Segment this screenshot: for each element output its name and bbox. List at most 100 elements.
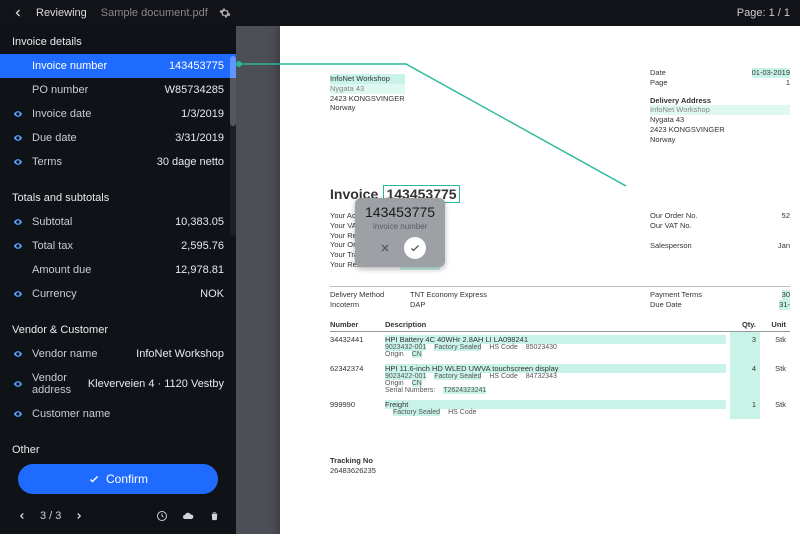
- field-terms[interactable]: Terms 30 dage netto: [0, 150, 236, 174]
- field-label: Due date: [32, 132, 167, 144]
- cell-origin-label: Origin: [385, 380, 404, 387]
- confirm-label: Confirm: [106, 472, 148, 486]
- field-value: 143453775: [169, 60, 224, 72]
- field-customer-name[interactable]: Customer name: [0, 402, 236, 426]
- field-label: Currency: [32, 288, 192, 300]
- cell-number: 999990: [330, 397, 385, 419]
- table-row: 34432441 HPI Battery 4C 40WHr 2.8AH LI L…: [330, 332, 790, 362]
- cloud-download-icon: [181, 510, 195, 522]
- cell-unit: Stk: [760, 332, 790, 362]
- field-amount-due[interactable]: Amount due 12,978.81: [0, 258, 236, 282]
- field-value: 12,978.81: [175, 264, 224, 276]
- doc-meta-label: Due Date: [650, 300, 682, 310]
- eye-icon: [12, 408, 24, 420]
- field-value: 1/3/2019: [181, 108, 224, 120]
- field-label: PO number: [32, 84, 157, 96]
- doc-vendor-line2: Nygata 43: [330, 84, 405, 94]
- cell-tag: Factory Sealed: [434, 344, 481, 351]
- eye-icon: [12, 288, 24, 300]
- field-value: Kleverveien 4 · 1120 Vestby: [88, 378, 224, 390]
- download-button[interactable]: [180, 508, 196, 524]
- cell-hs-label: HS Code: [489, 344, 517, 351]
- trash-icon: [209, 510, 220, 522]
- eye-icon: [12, 348, 24, 360]
- field-label: Invoice number: [32, 60, 161, 72]
- cell-hs-val: 84732343: [526, 373, 557, 380]
- field-label: Vendor name: [32, 348, 128, 360]
- clock-icon: [156, 510, 168, 522]
- mode-title: Reviewing: [36, 7, 87, 19]
- col-qty: Qty.: [730, 318, 760, 332]
- field-invoice-number[interactable]: Invoice number 143453775: [0, 54, 236, 78]
- popover-accept-button[interactable]: [404, 237, 426, 259]
- eye-icon: [12, 108, 24, 120]
- doc-meta-value: 52: [782, 211, 790, 221]
- field-value: W85734285: [165, 84, 224, 96]
- field-value: NOK: [200, 288, 224, 300]
- check-icon: [88, 473, 100, 485]
- back-button[interactable]: [10, 5, 26, 21]
- section-other-title: Other: [0, 434, 236, 454]
- prev-doc-button[interactable]: [14, 508, 30, 524]
- cell-serial-val: T2624323241: [443, 387, 486, 394]
- table-row: 999990 Freight Factory SealedHS Code 1 S…: [330, 397, 790, 419]
- field-total-tax[interactable]: Total tax 2,595.76: [0, 234, 236, 258]
- field-vendor-address[interactable]: Vendor address Kleverveien 4 · 1120 Vest…: [0, 366, 236, 402]
- field-po-number[interactable]: PO number W85734285: [0, 78, 236, 102]
- section-totals-title: Totals and subtotals: [0, 182, 236, 210]
- cell-number: 34432441: [330, 332, 385, 362]
- doc-delivery-title: Delivery Address: [650, 96, 790, 106]
- section-vendor-title: Vendor & Customer: [0, 314, 236, 342]
- doc-meta-label: Delivery Method: [330, 290, 410, 300]
- field-label: Customer name: [32, 408, 216, 420]
- sidebar-scroll: Invoice details Invoice number 143453775…: [0, 26, 236, 454]
- doc-right-meta: Our Order No.52 Our VAT No. SalespersonJ…: [650, 211, 790, 250]
- cell-desc: HPI Battery 4C 40WHr 2.8AH LI LA098241: [385, 335, 726, 344]
- cell-unit: Stk: [760, 397, 790, 419]
- doc-meta-value: Jan: [778, 241, 790, 251]
- col-number: Number: [330, 318, 385, 332]
- doc-meta-value: TNT Economy Express: [410, 290, 487, 300]
- confirm-area: Confirm: [0, 454, 236, 502]
- chevron-left-icon: [17, 511, 27, 521]
- doc-delivery-street: Nygata 43: [650, 115, 790, 125]
- cell-serial-label: Serial Numbers:: [385, 387, 435, 394]
- cell-origin-val: CN: [412, 351, 422, 358]
- confirm-button[interactable]: Confirm: [18, 464, 218, 494]
- top-bar: Reviewing Sample document.pdf Page: 1 / …: [0, 0, 800, 26]
- doc-meta-value: DAP: [410, 300, 425, 310]
- field-currency[interactable]: Currency NOK: [0, 282, 236, 306]
- doc-delivery-city: 2423 KONGSVINGER: [650, 125, 790, 135]
- doc-counter: 3 / 3: [40, 510, 61, 522]
- doc-vendor-name: InfoNet Workshop: [330, 74, 405, 84]
- cell-origin-label: Origin: [385, 351, 404, 358]
- doc-tracking-value: 26483626235: [330, 466, 376, 476]
- field-value: 2,595.76: [181, 240, 224, 252]
- value-popover: 143453775 Invoice number: [355, 198, 445, 267]
- sidebar-footer: 3 / 3: [0, 502, 236, 534]
- cell-tag: Factory Sealed: [434, 373, 481, 380]
- field-due-date[interactable]: Due date 3/31/2019: [0, 126, 236, 150]
- document-viewer[interactable]: InfoNet Workshop Nygata 43 2423 KONGSVIN…: [236, 26, 800, 534]
- field-vendor-name[interactable]: Vendor name InfoNet Workshop: [0, 342, 236, 366]
- arrow-left-icon: [12, 7, 24, 19]
- doc-meta-label: Payment Terms: [650, 290, 702, 300]
- popover-reject-button[interactable]: [374, 237, 396, 259]
- doc-tracking: Tracking No 26483626235: [330, 456, 376, 476]
- doc-sender-block: InfoNet Workshop Nygata 43 2423 KONGSVIN…: [330, 74, 405, 113]
- doc-meta-value: 31-: [779, 300, 790, 310]
- history-button[interactable]: [154, 508, 170, 524]
- doc-vendor-country: Norway: [330, 103, 405, 113]
- field-invoice-date[interactable]: Invoice date 1/3/2019: [0, 102, 236, 126]
- eye-icon: [12, 216, 24, 228]
- settings-button[interactable]: [218, 6, 232, 20]
- next-doc-button[interactable]: [71, 508, 87, 524]
- cell-hs-val: 85023430: [526, 344, 557, 351]
- check-icon: [409, 242, 421, 254]
- field-subtotal[interactable]: Subtotal 10,383.05: [0, 210, 236, 234]
- cell-qty: 3: [730, 332, 760, 362]
- doc-meta-value: 30: [782, 290, 790, 300]
- delete-button[interactable]: [206, 508, 222, 524]
- field-label: Vendor address: [32, 372, 80, 396]
- cell-desc: HPI 11.6-inch HD WLED UWVA touchscreen d…: [385, 364, 726, 373]
